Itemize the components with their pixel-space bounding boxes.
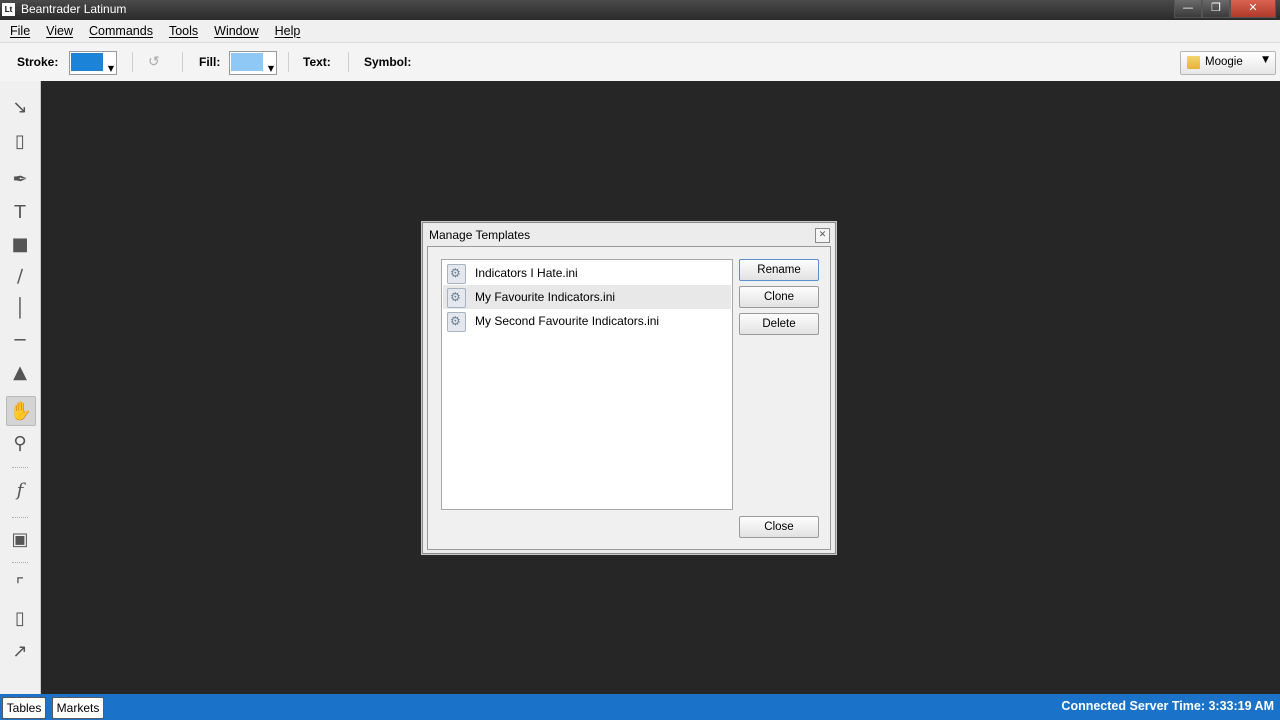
fill-color-swatch xyxy=(231,53,263,71)
menu-commands[interactable]: Commands xyxy=(89,24,153,38)
menu-tools[interactable]: Tools xyxy=(169,24,198,38)
window-title: Beantrader Latinum xyxy=(21,2,127,16)
stamp-icon[interactable]: ▲ xyxy=(6,358,34,386)
menu-bar: File View Commands Tools Window Help xyxy=(0,20,1280,42)
text-tool-icon[interactable]: T xyxy=(6,198,34,226)
close-icon[interactable]: ✕ xyxy=(1230,0,1276,18)
panel-icon[interactable]: ▣ xyxy=(6,525,34,553)
line-chart-icon[interactable]: ↗ xyxy=(6,637,34,665)
zoom-icon[interactable]: ⚲ xyxy=(6,429,34,457)
window-controls: — ❐ ✕ xyxy=(1174,0,1276,18)
workspace-dropdown[interactable]: Moogie ▼ xyxy=(1180,51,1276,75)
dialog-body: Indicators I Hate.ini My Favourite Indic… xyxy=(427,246,831,550)
app-icon: Lt xyxy=(2,3,15,16)
pen-icon[interactable]: ✒ xyxy=(6,165,34,193)
template-name: My Favourite Indicators.ini xyxy=(475,290,616,304)
vertical-line-icon[interactable]: │ xyxy=(6,294,34,322)
symbol-label[interactable]: Symbol: xyxy=(364,55,411,69)
tool-divider xyxy=(12,467,28,470)
rectangle-icon[interactable]: ■ xyxy=(6,230,34,258)
rename-button[interactable]: Rename xyxy=(739,259,819,281)
manage-templates-dialog: Manage Templates ✕ Indicators I Hate.ini… xyxy=(422,222,836,554)
stroke-color-picker[interactable]: ▼ xyxy=(69,51,117,75)
settings-file-icon xyxy=(447,288,466,308)
list-item[interactable]: My Second Favourite Indicators.ini xyxy=(443,309,731,333)
fill-label: Fill: xyxy=(199,55,221,69)
dialog-title: Manage Templates xyxy=(429,228,531,242)
close-icon[interactable]: ✕ xyxy=(815,228,830,243)
list-item[interactable]: Indicators I Hate.ini xyxy=(443,261,731,285)
tool-palette: ↘ ▯ ✒ T ■ ∕ │ ─ ▲ ✋ ⚲ f ▣ ⌜ ▯ ↗ xyxy=(0,81,41,694)
clone-button[interactable]: Clone xyxy=(739,286,819,308)
chevron-down-icon: ▼ xyxy=(1262,55,1269,65)
pointer-icon[interactable]: ↘ xyxy=(6,93,34,121)
function-icon[interactable]: f xyxy=(6,476,34,504)
menu-view[interactable]: View xyxy=(46,24,73,38)
workspace-name: Moogie xyxy=(1205,56,1243,68)
close-button[interactable]: Close xyxy=(739,516,819,538)
connection-status: Connected Server Time: 3:33:19 AM xyxy=(1061,699,1274,713)
tab-markets[interactable]: Markets xyxy=(52,697,104,719)
toolbar-divider xyxy=(348,52,349,72)
minimize-icon[interactable]: — xyxy=(1174,0,1202,18)
menu-file[interactable]: File xyxy=(10,24,30,38)
template-name: My Second Favourite Indicators.ini xyxy=(475,314,660,328)
tab-tables[interactable]: Tables xyxy=(2,697,46,719)
settings-file-icon xyxy=(447,264,466,284)
fill-color-picker[interactable]: ▼ xyxy=(229,51,277,75)
line-icon[interactable]: ∕ xyxy=(6,262,34,290)
text-label[interactable]: Text: xyxy=(303,55,331,69)
drawing-toolbar: Stroke: ▼ ↺ Fill: ▼ Text: Symbol: Moogie… xyxy=(0,42,1280,82)
list-item[interactable]: My Favourite Indicators.ini xyxy=(443,285,731,309)
toolbar-divider xyxy=(182,52,183,72)
chevron-down-icon: ▼ xyxy=(107,64,114,73)
tool-divider xyxy=(12,562,28,565)
hand-icon[interactable]: ✋ xyxy=(6,396,36,426)
swap-colors-icon[interactable]: ↺ xyxy=(148,54,160,70)
menu-window[interactable]: Window xyxy=(214,24,258,38)
bar-chart-icon[interactable]: ▯ xyxy=(6,604,34,632)
template-list[interactable]: Indicators I Hate.ini My Favourite Indic… xyxy=(441,259,733,510)
stroke-color-swatch xyxy=(71,53,103,71)
horizontal-line-icon[interactable]: ─ xyxy=(6,326,34,354)
menu-help[interactable]: Help xyxy=(275,24,301,38)
delete-button[interactable]: Delete xyxy=(739,313,819,335)
restore-icon[interactable]: ❐ xyxy=(1202,0,1230,18)
toolbar-divider xyxy=(288,52,289,72)
chart-type-icon[interactable]: ⌜ xyxy=(6,571,34,599)
chevron-down-icon: ▼ xyxy=(267,64,274,73)
status-bar: Tables Markets Connected Server Time: 3:… xyxy=(0,694,1280,720)
template-name: Indicators I Hate.ini xyxy=(475,266,578,280)
title-bar: Lt Beantrader Latinum — ❐ ✕ xyxy=(0,0,1280,20)
settings-file-icon xyxy=(447,312,466,332)
tool-divider xyxy=(12,517,28,520)
stroke-label: Stroke: xyxy=(17,55,59,69)
folder-icon xyxy=(1187,56,1200,69)
eraser-icon[interactable]: ▯ xyxy=(6,127,34,155)
toolbar-divider xyxy=(132,52,133,72)
